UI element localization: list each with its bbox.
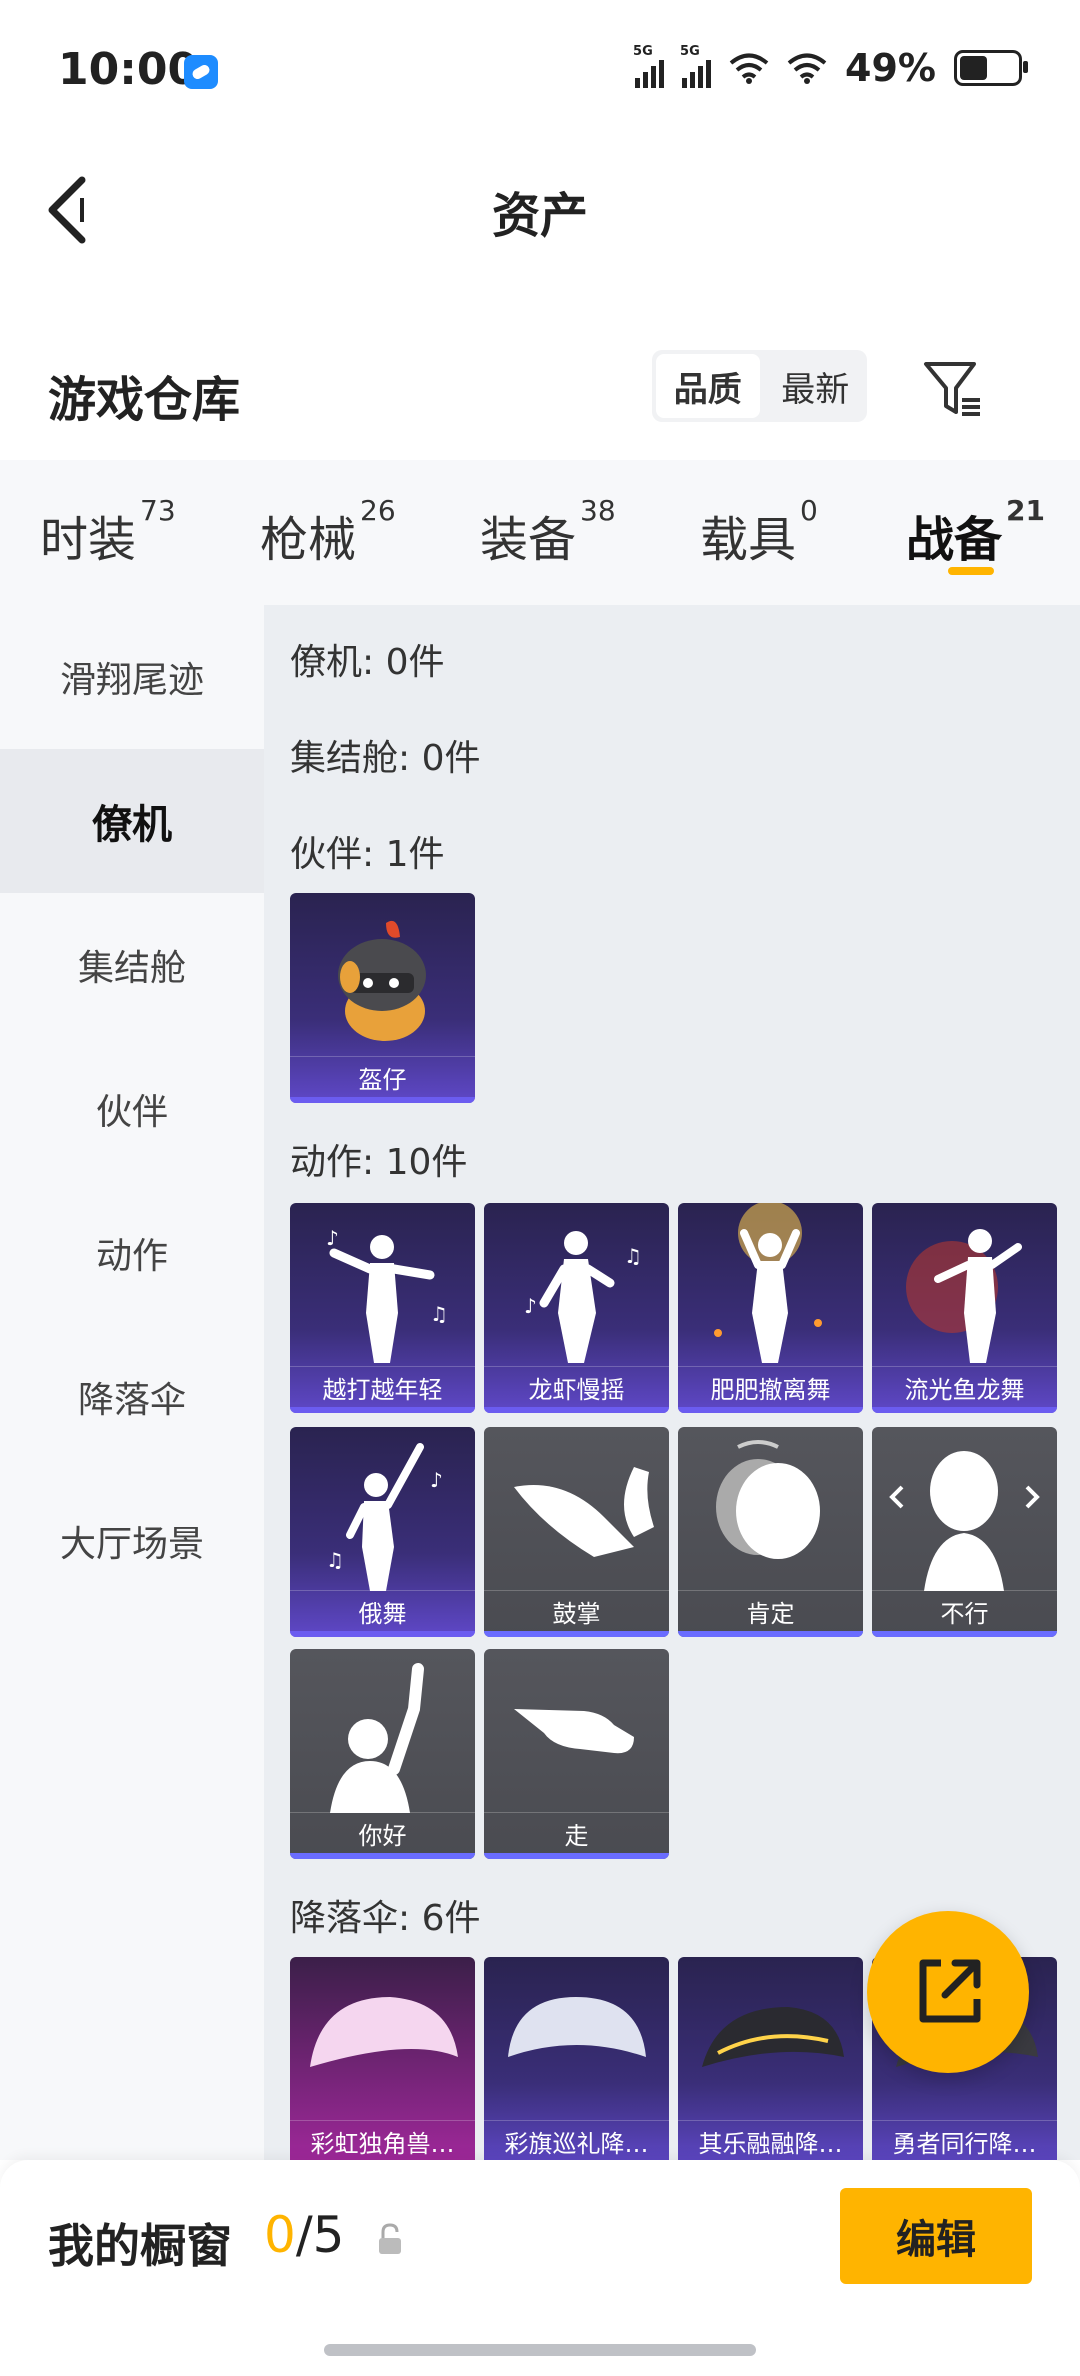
- showcase-bar: 我的橱窗 0/5 编辑: [0, 2160, 1080, 2376]
- sidebar-item-wingman[interactable]: 僚机: [0, 749, 264, 893]
- page-title: 资产: [491, 188, 588, 244]
- status-icons: 5G 5G 49%: [633, 44, 1028, 90]
- item-name: 肥肥撤离舞: [678, 1366, 863, 1407]
- svg-text:♫: ♫: [624, 1244, 642, 1268]
- item-card[interactable]: 肯定: [678, 1427, 863, 1637]
- item-name: 其乐融融降…: [678, 2120, 863, 2160]
- cellular-signal-icon: 5G: [680, 44, 712, 88]
- home-indicator[interactable]: [324, 2344, 756, 2356]
- section-title: 集结舱: 0件: [290, 738, 481, 779]
- item-name: 你好: [290, 1812, 475, 1853]
- sidebar-item-companion[interactable]: 伙伴: [0, 1037, 264, 1181]
- item-name: 盔仔: [290, 1056, 475, 1097]
- sidebar-item-glide-trail[interactable]: 滑翔尾迹: [0, 605, 264, 749]
- status-time: 10:00: [58, 44, 199, 95]
- point-icon: [514, 1709, 634, 1754]
- dance-music-icon: ♪♫: [524, 1231, 642, 1363]
- showcase-label: 我的橱窗: [48, 2219, 232, 2273]
- parachute-icon: [508, 1997, 646, 2057]
- tab-fashion[interactable]: 时装73: [40, 494, 176, 570]
- svg-text:♪: ♪: [430, 1468, 443, 1492]
- item-card[interactable]: 盔仔: [290, 893, 475, 1103]
- wave-icon: [330, 1663, 424, 1813]
- active-tab-indicator: [948, 567, 994, 575]
- item-name: 彩虹独角兽…: [290, 2120, 475, 2160]
- item-name: 俄舞: [290, 1590, 475, 1631]
- warehouse-title: 游戏仓库: [48, 372, 241, 428]
- item-name: 勇者同行降…: [872, 2120, 1057, 2160]
- clap-icon: [514, 1467, 654, 1557]
- status-bar: 10:00 5G 5G 49%: [0, 0, 1080, 140]
- svg-text:♪: ♪: [326, 1226, 339, 1250]
- parachute-icon: [702, 2007, 844, 2067]
- item-name: 鼓掌: [484, 1590, 669, 1631]
- lock-icon: [379, 2223, 401, 2254]
- app-notification-icon: [184, 55, 218, 89]
- item-name: 走: [484, 1812, 669, 1853]
- item-card[interactable]: ♪ ♫ 俄舞: [290, 1427, 475, 1637]
- share-icon: [919, 1959, 981, 2023]
- sort-toggle: 品质 最新: [652, 350, 867, 422]
- svg-text:♫: ♫: [326, 1548, 344, 1572]
- item-name: 龙虾慢摇: [484, 1366, 669, 1407]
- item-card[interactable]: 肥肥撤离舞: [678, 1203, 863, 1413]
- parachute-icon: [310, 1997, 458, 2067]
- sidebar-item-parachute[interactable]: 降落伞: [0, 1325, 264, 1469]
- showcase-count: 0/5: [264, 2206, 345, 2264]
- sort-quality-button[interactable]: 品质: [656, 354, 760, 418]
- section-title: 伙伴: 1件: [290, 834, 445, 875]
- item-card[interactable]: 走: [484, 1649, 669, 1859]
- item-name: 肯定: [678, 1590, 863, 1631]
- filter-icon[interactable]: [918, 354, 988, 424]
- item-card[interactable]: 其乐融融降…: [678, 1957, 863, 2160]
- dance-glow-icon: [714, 1203, 822, 1363]
- nod-icon: [716, 1440, 820, 1559]
- item-card[interactable]: 彩虹独角兽…: [290, 1957, 475, 2160]
- svg-text:♫: ♫: [430, 1302, 448, 1326]
- cellular-signal-icon: 5G: [633, 44, 665, 88]
- item-card[interactable]: 不行: [872, 1427, 1057, 1637]
- section-title: 僚机: 0件: [290, 642, 445, 683]
- battery-icon: [954, 50, 1028, 86]
- dance-music-icon: ♪♫: [326, 1443, 443, 1591]
- sidebar-item-emotes[interactable]: 动作: [0, 1181, 264, 1325]
- item-name: 彩旗巡礼降…: [484, 2120, 669, 2160]
- item-card[interactable]: 鼓掌: [484, 1427, 669, 1637]
- item-name: 越打越年轻: [290, 1366, 475, 1407]
- item-name: 不行: [872, 1590, 1057, 1631]
- sidebar-item-lobby-scene[interactable]: 大厅场景: [0, 1469, 264, 1613]
- item-card[interactable]: 彩旗巡礼降…: [484, 1957, 669, 2160]
- item-card[interactable]: ♪ ♫ 龙虾慢摇: [484, 1203, 669, 1413]
- section-title: 动作: 10件: [290, 1142, 468, 1183]
- item-card[interactable]: 流光鱼龙舞: [872, 1203, 1057, 1413]
- chick-helmet-icon: [338, 920, 426, 1041]
- tab-weapons[interactable]: 枪械26: [260, 494, 396, 570]
- tab-equipment[interactable]: 装备38: [480, 494, 616, 570]
- tab-battle-gear[interactable]: 战备21: [906, 494, 1045, 570]
- svg-text:♪: ♪: [524, 1294, 537, 1318]
- shake-head-icon: [889, 1451, 1040, 1591]
- item-name: 流光鱼龙舞: [872, 1366, 1057, 1407]
- item-card[interactable]: ♪ ♫ 越打越年轻: [290, 1203, 475, 1413]
- category-tabs: 时装73 枪械26 装备38 载具0 战备21: [0, 460, 1080, 605]
- item-card[interactable]: 你好: [290, 1649, 475, 1859]
- dance-music-icon: ♪♫: [326, 1226, 448, 1363]
- dance-fire-icon: [906, 1229, 1022, 1363]
- sidebar-item-rally-pod[interactable]: 集结舱: [0, 893, 264, 1037]
- section-title: 降落伞: 6件: [290, 1898, 481, 1939]
- battery-percent: 49%: [845, 46, 936, 90]
- share-button[interactable]: [867, 1911, 1029, 2073]
- wifi-icon: [729, 53, 769, 84]
- app-header: 资产: [0, 140, 1080, 270]
- wifi-icon: [787, 53, 827, 84]
- sort-newest-button[interactable]: 最新: [764, 350, 868, 422]
- tab-vehicles[interactable]: 载具0: [700, 494, 818, 570]
- edit-button[interactable]: 编辑: [840, 2188, 1032, 2284]
- sidebar: 滑翔尾迹 僚机 集结舱 伙伴 动作 降落伞 大厅场景: [0, 605, 264, 2160]
